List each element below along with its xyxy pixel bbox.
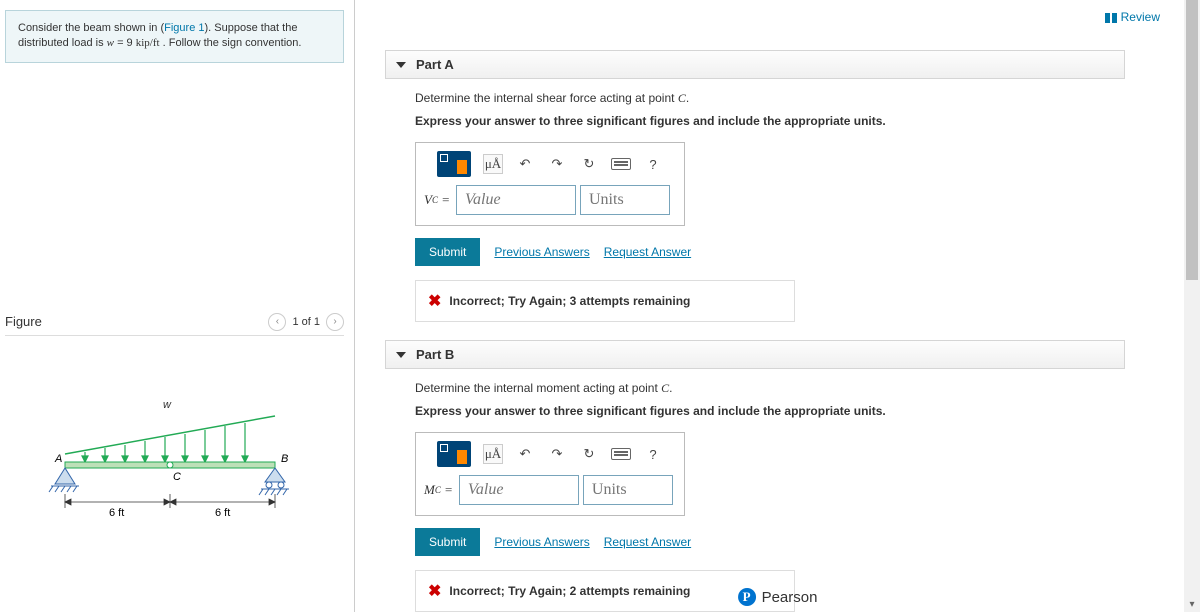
figure-prev-button[interactable]: ‹: [268, 313, 286, 331]
scroll-down-icon[interactable]: ▾: [1184, 596, 1200, 612]
reset-icon[interactable]: ↻: [579, 154, 599, 174]
brand-footer: P Pearson: [738, 588, 818, 606]
part-b-answer-box: μÅ ↶ ↷ ↻ ? MC =: [415, 432, 685, 516]
svg-text:B: B: [281, 453, 288, 465]
review-link[interactable]: Review: [1105, 10, 1160, 24]
svg-text:6 ft: 6 ft: [109, 507, 124, 519]
incorrect-icon: ✖: [428, 581, 441, 601]
help-icon[interactable]: ?: [643, 444, 663, 464]
part-a-variable: VC =: [424, 185, 456, 215]
load-label: w: [163, 399, 172, 411]
part-a-instruction: Express your answer to three significant…: [415, 114, 1121, 128]
reset-icon[interactable]: ↻: [579, 444, 599, 464]
prompt-pre: Determine the internal moment acting at …: [415, 381, 661, 395]
scrollbar-thumb[interactable]: [1186, 0, 1198, 280]
part-b: Part B Determine the internal moment act…: [385, 340, 1125, 612]
figure-next-button[interactable]: ›: [326, 313, 344, 331]
svg-text:A: A: [54, 453, 62, 465]
part-b-variable: MC =: [424, 475, 459, 505]
templates-icon[interactable]: [437, 151, 471, 177]
part-b-submit-button[interactable]: Submit: [415, 528, 480, 556]
part-a-answer-box: μÅ ↶ ↷ ↻ ? VC =: [415, 142, 685, 226]
units-mu-button[interactable]: μÅ: [483, 444, 503, 464]
part-a-feedback: ✖ Incorrect; Try Again; 3 attempts remai…: [415, 280, 795, 322]
part-b-header[interactable]: Part B: [385, 340, 1125, 369]
review-label: Review: [1121, 10, 1160, 24]
caret-down-icon: [396, 352, 406, 358]
part-b-units-input[interactable]: [583, 475, 673, 505]
part-b-previous-answers-link[interactable]: Previous Answers: [494, 535, 589, 549]
part-b-request-answer-link[interactable]: Request Answer: [604, 535, 691, 549]
caret-down-icon: [396, 62, 406, 68]
part-a-value-input[interactable]: [456, 185, 576, 215]
part-a-header[interactable]: Part A: [385, 50, 1125, 79]
help-icon[interactable]: ?: [643, 154, 663, 174]
part-b-feedback-text: Incorrect; Try Again; 2 attempts remaini…: [449, 584, 690, 598]
part-b-title: Part B: [416, 347, 454, 362]
prompt-point: C: [661, 381, 669, 395]
part-a-units-input[interactable]: [580, 185, 670, 215]
problem-unit: kip/ft: [136, 37, 160, 49]
undo-icon[interactable]: ↶: [515, 154, 535, 174]
units-mu-button[interactable]: μÅ: [483, 154, 503, 174]
problem-eq: = 9: [114, 37, 136, 49]
redo-icon[interactable]: ↷: [547, 444, 567, 464]
part-a-previous-answers-link[interactable]: Previous Answers: [494, 245, 589, 259]
svg-text:6 ft: 6 ft: [215, 507, 230, 519]
keyboard-icon[interactable]: [611, 158, 631, 170]
part-b-prompt: Determine the internal moment acting at …: [415, 381, 1121, 396]
figure-image: w A B C: [5, 396, 344, 536]
part-a-submit-button[interactable]: Submit: [415, 238, 480, 266]
templates-icon[interactable]: [437, 441, 471, 467]
part-a-title: Part A: [416, 57, 454, 72]
prompt-post: .: [686, 91, 689, 105]
prompt-pre: Determine the internal shear force actin…: [415, 91, 678, 105]
problem-suffix: . Follow the sign convention.: [160, 37, 302, 49]
problem-var: w: [107, 37, 114, 49]
svg-text:C: C: [173, 471, 181, 483]
part-a-feedback-text: Incorrect; Try Again; 3 attempts remaini…: [449, 294, 690, 308]
pearson-logo-icon: P: [738, 588, 756, 606]
prompt-point: C: [678, 91, 686, 105]
problem-text-pre: Consider the beam shown in (: [18, 22, 164, 34]
part-a-prompt: Determine the internal shear force actin…: [415, 91, 1121, 106]
part-a: Part A Determine the internal shear forc…: [385, 50, 1125, 322]
redo-icon[interactable]: ↷: [547, 154, 567, 174]
figure-link[interactable]: Figure 1: [164, 22, 204, 34]
flag-icon: [1105, 12, 1117, 22]
part-b-instruction: Express your answer to three significant…: [415, 404, 1121, 418]
problem-statement: Consider the beam shown in (Figure 1). S…: [5, 10, 344, 63]
figure-counter: 1 of 1: [292, 316, 320, 328]
vertical-scrollbar[interactable]: ▴ ▾: [1184, 0, 1200, 612]
figure-header: Figure ‹ 1 of 1 ›: [5, 313, 344, 336]
incorrect-icon: ✖: [428, 291, 441, 311]
part-a-request-answer-link[interactable]: Request Answer: [604, 245, 691, 259]
keyboard-icon[interactable]: [611, 448, 631, 460]
figure-title: Figure: [5, 314, 42, 329]
prompt-post: .: [669, 381, 672, 395]
brand-name: Pearson: [762, 589, 818, 606]
part-b-value-input[interactable]: [459, 475, 579, 505]
undo-icon[interactable]: ↶: [515, 444, 535, 464]
